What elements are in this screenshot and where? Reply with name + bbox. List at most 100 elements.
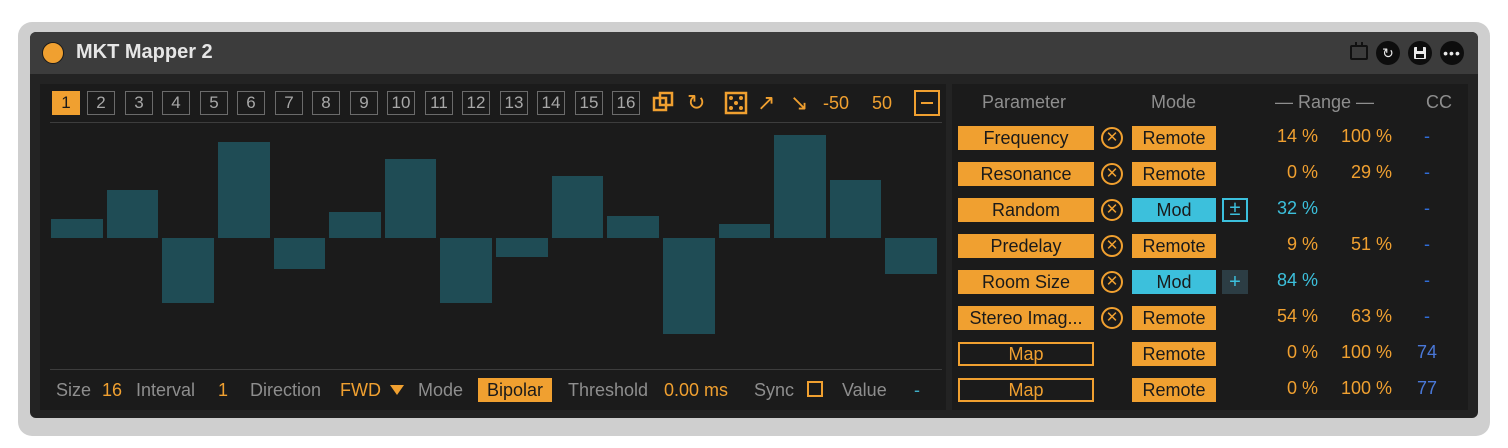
cc-value[interactable]: - [1407,198,1447,219]
range-min[interactable]: 0 % [1238,378,1318,399]
step-button-16[interactable]: 16 [612,91,640,115]
mode-button[interactable]: Remote [1132,234,1216,258]
clear-mapping-icon[interactable]: ✕ [1101,163,1123,185]
sequence-bar-1[interactable] [51,218,103,238]
direction-value[interactable]: FWD [340,380,381,401]
sequence-bar-3[interactable] [162,238,214,303]
range-min[interactable]: 84 % [1238,270,1318,291]
device-power-button[interactable] [42,42,64,64]
clear-mapping-icon[interactable]: ✕ [1101,271,1123,293]
header-range: — Range — [1275,92,1375,112]
calendar-icon[interactable] [1350,42,1368,60]
sequence-bar-12[interactable] [662,238,715,334]
range-min[interactable]: 0 % [1238,342,1318,363]
step-button-15[interactable]: 15 [575,91,603,115]
step-button-12[interactable]: 12 [462,91,490,115]
parameter-button[interactable]: Map [958,342,1094,366]
cc-value[interactable]: 77 [1407,378,1447,399]
cc-value[interactable]: - [1407,126,1447,147]
mode-button[interactable]: Remote [1132,378,1216,402]
minus-icon[interactable] [914,90,940,116]
range-max[interactable]: 100 % [1312,378,1392,399]
sequence-bar-10[interactable] [551,175,604,238]
sequence-bar-7[interactable] [384,158,437,238]
sequence-bar-8[interactable] [440,238,492,303]
range-max[interactable]: 29 % [1312,162,1392,183]
sequence-bar-13[interactable] [718,223,771,238]
arrow-down-right-icon[interactable]: ↘ [790,90,808,116]
step-button-1[interactable]: 1 [52,91,80,115]
range-max[interactable]: 100 % [1312,126,1392,147]
step-sequence-chart[interactable] [51,126,941,362]
sequence-bar-16[interactable] [885,238,937,274]
mode-button[interactable]: Remote [1132,342,1216,366]
sequence-bar-2[interactable] [106,190,159,238]
size-value[interactable]: 16 [102,380,122,401]
mode-button[interactable]: Mod [1132,198,1216,222]
cc-value[interactable]: - [1407,270,1447,291]
step-button-2[interactable]: 2 [87,91,115,115]
sync-icon[interactable]: ↻ [687,90,705,116]
range-min[interactable]: 14 % [1238,126,1318,147]
range-min[interactable]: 0 % [1238,162,1318,183]
cc-value[interactable]: - [1407,306,1447,327]
parameter-button[interactable]: Predelay [958,234,1094,258]
interval-value[interactable]: 1 [218,380,228,401]
step-button-4[interactable]: 4 [162,91,190,115]
step-button-8[interactable]: 8 [312,91,340,115]
more-icon[interactable]: ••• [1440,41,1464,65]
arrow-up-right-icon[interactable]: ↗ [757,90,775,116]
step-button-7[interactable]: 7 [275,91,303,115]
chevron-down-icon[interactable] [390,385,404,395]
parameter-button[interactable]: Stereo Imag... [958,306,1094,330]
mode-button[interactable]: Remote [1132,306,1216,330]
cc-value[interactable]: - [1407,162,1447,183]
range-max[interactable]: 100 % [1312,342,1392,363]
sequence-bar-14[interactable] [774,134,826,238]
parameter-button[interactable]: Frequency [958,126,1094,150]
max-value[interactable]: 50 [872,93,892,114]
parameter-button[interactable]: Map [958,378,1094,402]
step-button-6[interactable]: 6 [237,91,265,115]
sequence-bar-6[interactable] [329,211,381,238]
sequence-bar-11[interactable] [607,216,659,238]
step-button-9[interactable]: 9 [350,91,378,115]
mode-button[interactable]: Mod [1132,270,1216,294]
sync-checkbox[interactable] [807,381,823,397]
mapper-device: MKT Mapper 2 ↻ ••• 1 2 3 4 5 6 7 8 9 10 11 12 13 14 15… [30,32,1478,418]
clear-mapping-icon[interactable]: ✕ [1101,127,1123,149]
save-icon[interactable] [1408,41,1432,65]
cc-value[interactable]: 74 [1407,342,1447,363]
sequence-bar-4[interactable] [217,142,270,238]
step-button-5[interactable]: 5 [200,91,228,115]
clear-mapping-icon[interactable]: ✕ [1101,199,1123,221]
mode-toggle[interactable]: Bipolar [478,378,552,402]
refresh-icon[interactable]: ↻ [1376,41,1400,65]
cc-value[interactable]: - [1407,234,1447,255]
range-max[interactable]: 51 % [1312,234,1392,255]
range-max[interactable]: 63 % [1312,306,1392,327]
dice-icon[interactable] [724,90,748,122]
min-value[interactable]: -50 [823,93,849,114]
mode-button[interactable]: Remote [1132,162,1216,186]
step-button-3[interactable]: 3 [125,91,153,115]
clear-mapping-icon[interactable]: ✕ [1101,307,1123,329]
sequence-bar-9[interactable] [496,238,548,258]
sequence-bar-15[interactable] [829,180,882,238]
step-button-10[interactable]: 10 [387,91,415,115]
range-min[interactable]: 32 % [1238,198,1318,219]
parameter-button[interactable]: Random [958,198,1094,222]
value-readout: - [914,380,920,400]
step-button-13[interactable]: 13 [500,91,528,115]
copy-icon[interactable] [652,90,676,122]
range-min[interactable]: 54 % [1238,306,1318,327]
range-min[interactable]: 9 % [1238,234,1318,255]
threshold-value[interactable]: 0.00 ms [664,380,728,401]
step-button-11[interactable]: 11 [425,91,453,115]
parameter-button[interactable]: Resonance [958,162,1094,186]
step-button-14[interactable]: 14 [537,91,565,115]
sequence-bar-5[interactable] [273,238,326,270]
mode-button[interactable]: Remote [1132,126,1216,150]
parameter-button[interactable]: Room Size [958,270,1094,294]
clear-mapping-icon[interactable]: ✕ [1101,235,1123,257]
